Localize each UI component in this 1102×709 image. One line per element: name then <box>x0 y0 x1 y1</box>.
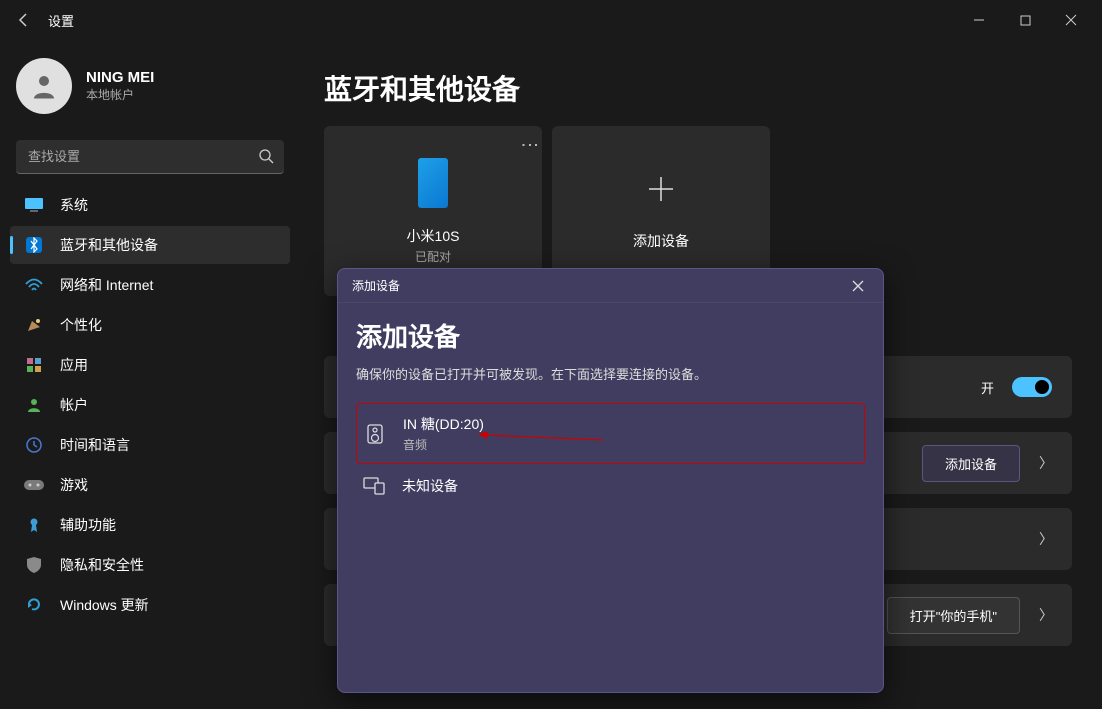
window-controls <box>956 4 1094 36</box>
maximize-icon <box>1020 15 1031 26</box>
nav-label: 时间和语言 <box>60 435 130 455</box>
modal-header-title: 添加设备 <box>352 277 400 294</box>
nav-icon <box>24 235 44 255</box>
close-icon <box>852 280 864 292</box>
nav-label: 网络和 Internet <box>60 275 153 295</box>
device-status: 已配对 <box>415 248 451 265</box>
close-button[interactable] <box>1048 4 1094 36</box>
titlebar: 设置 <box>0 0 1102 40</box>
back-button[interactable] <box>8 4 40 36</box>
sidebar-item-1[interactable]: 蓝牙和其他设备 <box>10 226 290 264</box>
nav-icon <box>24 595 44 615</box>
profile[interactable]: NING MEI 本地帐户 <box>10 52 290 134</box>
avatar <box>16 58 72 114</box>
minimize-icon <box>973 14 985 26</box>
search-icon[interactable] <box>258 148 274 164</box>
sidebar-item-7[interactable]: 游戏 <box>10 466 290 504</box>
device-item-0[interactable]: IN 糖(DD:20) 音频 <box>356 403 865 464</box>
nav-icon <box>24 515 44 535</box>
device-item-name: IN 糖(DD:20) <box>403 414 484 434</box>
nav-icon <box>24 475 44 495</box>
window-title: 设置 <box>48 11 74 30</box>
nav-label: Windows 更新 <box>60 595 149 615</box>
nav-label: 应用 <box>60 355 88 375</box>
search-input[interactable] <box>16 140 284 174</box>
open-phone-button[interactable]: 打开"你的手机" <box>887 597 1020 634</box>
modal-subtitle: 确保你的设备已打开并可被发现。在下面选择要连接的设备。 <box>356 364 865 383</box>
nav-icon <box>24 355 44 375</box>
device-item-sub: 音频 <box>403 436 484 453</box>
close-icon <box>1065 14 1077 26</box>
sidebar-item-8[interactable]: 辅助功能 <box>10 506 290 544</box>
nav-icon <box>24 395 44 415</box>
person-icon <box>29 71 59 101</box>
device-item-name: 未知设备 <box>402 476 458 496</box>
sidebar-item-9[interactable]: 隐私和安全性 <box>10 546 290 584</box>
device-name: 小米10S <box>407 226 460 246</box>
plus-icon <box>643 171 679 207</box>
chevron-right-icon[interactable]: 〉 <box>1032 605 1060 625</box>
chevron-right-icon[interactable]: 〉 <box>1032 529 1060 549</box>
sidebar-item-6[interactable]: 时间和语言 <box>10 426 290 464</box>
minimize-button[interactable] <box>956 4 1002 36</box>
nav-label: 辅助功能 <box>60 515 116 535</box>
nav-icon <box>24 315 44 335</box>
phone-icon <box>418 158 448 208</box>
more-icon[interactable]: ⋮ <box>528 136 532 154</box>
nav-label: 帐户 <box>60 395 88 415</box>
profile-name: NING MEI <box>86 69 154 86</box>
nav-label: 游戏 <box>60 475 88 495</box>
add-device-button[interactable]: 添加设备 <box>922 445 1020 482</box>
add-device-modal: 添加设备 添加设备 确保你的设备已打开并可被发现。在下面选择要连接的设备。 IN… <box>337 268 884 693</box>
nav-icon <box>24 195 44 215</box>
nav-label: 个性化 <box>60 315 102 335</box>
sidebar: NING MEI 本地帐户 系统蓝牙和其他设备网络和 Internet 个性化应用… <box>0 40 300 709</box>
nav-icon <box>24 435 44 455</box>
sidebar-item-4[interactable]: 应用 <box>10 346 290 384</box>
nav-label: 隐私和安全性 <box>60 555 144 575</box>
bluetooth-state-label: 开 <box>981 378 994 397</box>
maximize-button[interactable] <box>1002 4 1048 36</box>
profile-sub: 本地帐户 <box>86 86 154 103</box>
sidebar-item-5[interactable]: 帐户 <box>10 386 290 424</box>
modal-header: 添加设备 <box>338 269 883 303</box>
modal-title: 添加设备 <box>356 317 865 354</box>
device-type-icon <box>362 474 386 498</box>
modal-close-button[interactable] <box>837 271 879 301</box>
arrow-left-icon <box>16 12 32 28</box>
nav-icon <box>24 275 44 295</box>
bluetooth-toggle[interactable] <box>1012 377 1052 397</box>
nav-icon <box>24 555 44 575</box>
sidebar-item-10[interactable]: Windows 更新 <box>10 586 290 624</box>
add-device-label: 添加设备 <box>633 231 689 251</box>
sidebar-item-2[interactable]: 网络和 Internet <box>10 266 290 304</box>
sidebar-item-3[interactable]: 个性化 <box>10 306 290 344</box>
device-item-1[interactable]: 未知设备 <box>356 464 865 508</box>
search-container <box>16 140 284 174</box>
chevron-right-icon[interactable]: 〉 <box>1032 453 1060 473</box>
device-type-icon <box>363 422 387 446</box>
nav-label: 蓝牙和其他设备 <box>60 235 158 255</box>
device-list: IN 糖(DD:20) 音频未知设备 <box>356 403 865 508</box>
sidebar-item-0[interactable]: 系统 <box>10 186 290 224</box>
nav-label: 系统 <box>60 195 88 215</box>
page-title: 蓝牙和其他设备 <box>324 68 1072 108</box>
nav: 系统蓝牙和其他设备网络和 Internet 个性化应用帐户时间和语言游戏辅助功能隐… <box>10 186 290 624</box>
